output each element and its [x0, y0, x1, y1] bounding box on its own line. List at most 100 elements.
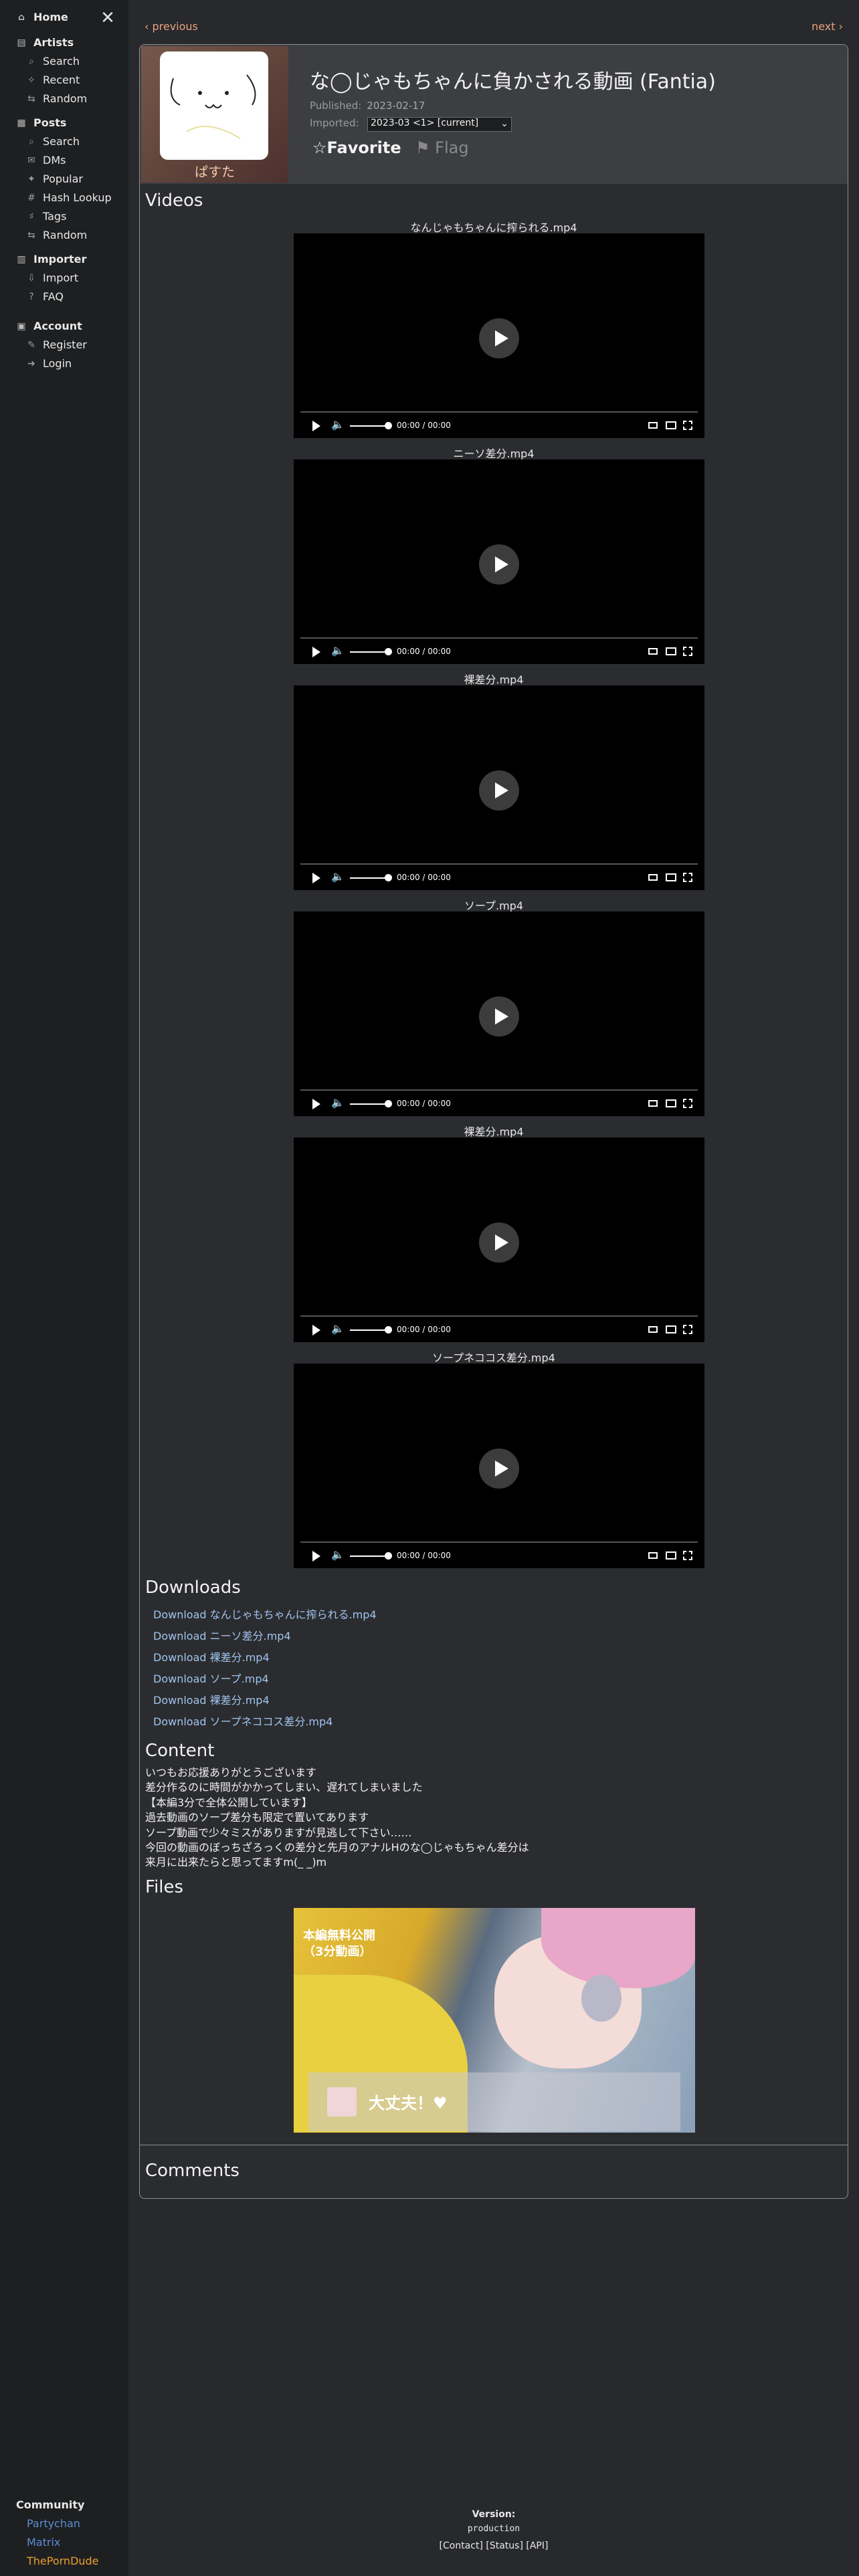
volume-knob[interactable]	[385, 648, 392, 655]
video-progress-bar[interactable]	[300, 411, 698, 413]
play-button-large[interactable]	[479, 544, 519, 584]
sidebar-section-importer: ▥ Importer	[13, 253, 86, 265]
volume-knob[interactable]	[385, 422, 392, 429]
captions-icon[interactable]	[648, 422, 658, 429]
volume-slider[interactable]	[350, 1555, 387, 1557]
download-link[interactable]: Download ソープ.mp4	[153, 1670, 269, 1686]
sidebar-item-faq[interactable]: ? FAQ	[24, 290, 64, 303]
play-button-large[interactable]	[479, 996, 519, 1037]
video-controls: 🔈 00:00 / 00:00	[294, 1092, 704, 1112]
close-icon[interactable]: ✕	[99, 9, 116, 27]
play-icon[interactable]	[312, 1099, 320, 1109]
video-player[interactable]: 🔈 00:00 / 00:00	[294, 1138, 704, 1342]
picture-in-picture-icon[interactable]	[666, 1325, 676, 1333]
sidebar-home[interactable]: ⌂ Home	[13, 11, 68, 23]
sidebar-item-posts-random[interactable]: ⇆ Random	[24, 229, 87, 241]
video-player[interactable]: 🔈 00:00 / 00:00	[294, 233, 704, 438]
sidebar-item-login[interactable]: ➜ Login	[24, 357, 72, 370]
sidebar-item-posts-tags[interactable]: ♯ Tags	[24, 210, 67, 223]
fullscreen-icon[interactable]	[683, 1325, 692, 1334]
fullscreen-icon[interactable]	[683, 1099, 692, 1108]
video-player[interactable]: 🔈 00:00 / 00:00	[294, 1364, 704, 1568]
captions-icon[interactable]	[648, 1326, 658, 1333]
sidebar-item-artists-random[interactable]: ⇆ Random	[24, 92, 87, 105]
video-progress-bar[interactable]	[300, 1315, 698, 1317]
play-icon[interactable]	[312, 1551, 320, 1562]
download-link[interactable]: Download ニーソ差分.mp4	[153, 1627, 291, 1643]
community-link-matrix[interactable]: Matrix	[27, 2536, 60, 2549]
picture-in-picture-icon[interactable]	[666, 873, 676, 881]
captions-icon[interactable]	[648, 1552, 658, 1559]
sidebar-item-posts-dms[interactable]: ✉ DMs	[24, 154, 66, 167]
imported-select[interactable]: 2023-03 <1> [current] ⌄	[367, 117, 512, 132]
volume-slider[interactable]	[350, 877, 387, 879]
community-link-partychan[interactable]: Partychan	[27, 2517, 80, 2530]
play-icon[interactable]	[312, 647, 320, 657]
flag-button[interactable]: ⚑ Flag	[415, 138, 469, 157]
video-player[interactable]: 🔈 00:00 / 00:00	[294, 911, 704, 1116]
fullscreen-icon[interactable]	[683, 647, 692, 656]
sidebar-item-posts-search[interactable]: ⌕ Search	[24, 135, 80, 148]
video-progress-bar[interactable]	[300, 637, 698, 639]
picture-in-picture-icon[interactable]	[666, 421, 676, 429]
volume-slider[interactable]	[350, 425, 387, 427]
captions-icon[interactable]	[648, 1100, 658, 1107]
sidebar-item-posts-popular[interactable]: ✦ Popular	[24, 173, 83, 185]
play-button-large[interactable]	[479, 1222, 519, 1263]
sidebar-item-artists-search[interactable]: ⌕ Search	[24, 55, 80, 68]
download-link[interactable]: Download なんじゃもちゃんに搾られる.mp4	[153, 1606, 377, 1622]
sidebar-item-posts-hash-lookup[interactable]: # Hash Lookup	[24, 191, 112, 204]
play-button-large[interactable]	[479, 318, 519, 358]
download-link[interactable]: Download ソープネココス差分.mp4	[153, 1713, 332, 1729]
footer-links[interactable]: [Contact] [Status] [API]	[128, 2541, 859, 2551]
volume-icon[interactable]: 🔈	[331, 644, 345, 657]
volume-knob[interactable]	[385, 874, 392, 881]
previous-link[interactable]: ‹ previous	[145, 20, 198, 33]
play-icon[interactable]	[312, 1325, 320, 1335]
volume-slider[interactable]	[350, 1329, 387, 1331]
volume-icon[interactable]: 🔈	[331, 1096, 345, 1109]
volume-icon[interactable]: 🔈	[331, 1322, 345, 1335]
volume-knob[interactable]	[385, 1100, 392, 1107]
play-button-large[interactable]	[479, 1448, 519, 1489]
download-link[interactable]: Download 裸差分.mp4	[153, 1648, 270, 1665]
download-link[interactable]: Download 裸差分.mp4	[153, 1691, 270, 1707]
video-progress-bar[interactable]	[300, 1541, 698, 1543]
volume-knob[interactable]	[385, 1326, 392, 1333]
fullscreen-icon[interactable]	[683, 873, 692, 882]
captions-icon[interactable]	[648, 874, 658, 881]
play-icon[interactable]	[312, 873, 320, 883]
picture-in-picture-icon[interactable]	[666, 647, 676, 655]
favorite-button[interactable]: ☆Favorite	[312, 138, 401, 157]
artist-avatar-link[interactable]: ぱすた	[141, 46, 288, 183]
volume-slider[interactable]	[350, 1103, 387, 1105]
volume-icon[interactable]: 🔈	[331, 870, 345, 883]
picture-in-picture-icon[interactable]	[666, 1551, 676, 1560]
sidebar-item-register[interactable]: ✎ Register	[24, 338, 87, 351]
video-player[interactable]: 🔈 00:00 / 00:00	[294, 459, 704, 664]
play-button-large[interactable]	[479, 770, 519, 811]
video-progress-bar[interactable]	[300, 1089, 698, 1091]
sidebar-section-posts: ▦ Posts	[13, 116, 66, 129]
register-icon: ✎	[27, 339, 35, 350]
thumb-banner-avatar	[327, 2087, 357, 2117]
sidebar-item-label: Register	[43, 338, 87, 351]
sidebar-item-import[interactable]: ⇩ Import	[24, 272, 78, 284]
volume-icon[interactable]: 🔈	[331, 1548, 345, 1561]
next-link[interactable]: next ›	[812, 20, 843, 33]
volume-slider[interactable]	[350, 651, 387, 653]
file-thumbnail[interactable]: 本編無料公開 （3分動画） 大丈夫！♥	[294, 1908, 695, 2133]
community-link-theporndude[interactable]: ThePornDude	[27, 2555, 99, 2567]
captions-icon[interactable]	[648, 648, 658, 655]
play-icon[interactable]	[312, 421, 320, 431]
artist-name[interactable]: ぱすた	[141, 161, 288, 181]
sidebar-item-artists-recent[interactable]: ✧ Recent	[24, 74, 80, 86]
video-player[interactable]: 🔈 00:00 / 00:00	[294, 685, 704, 890]
picture-in-picture-icon[interactable]	[666, 1099, 676, 1107]
fullscreen-icon[interactable]	[683, 1551, 692, 1560]
volume-knob[interactable]	[385, 1552, 392, 1560]
volume-icon[interactable]: 🔈	[331, 418, 345, 431]
fullscreen-icon[interactable]	[683, 421, 692, 430]
video-progress-bar[interactable]	[300, 863, 698, 865]
video-controls: 🔈 00:00 / 00:00	[294, 414, 704, 434]
